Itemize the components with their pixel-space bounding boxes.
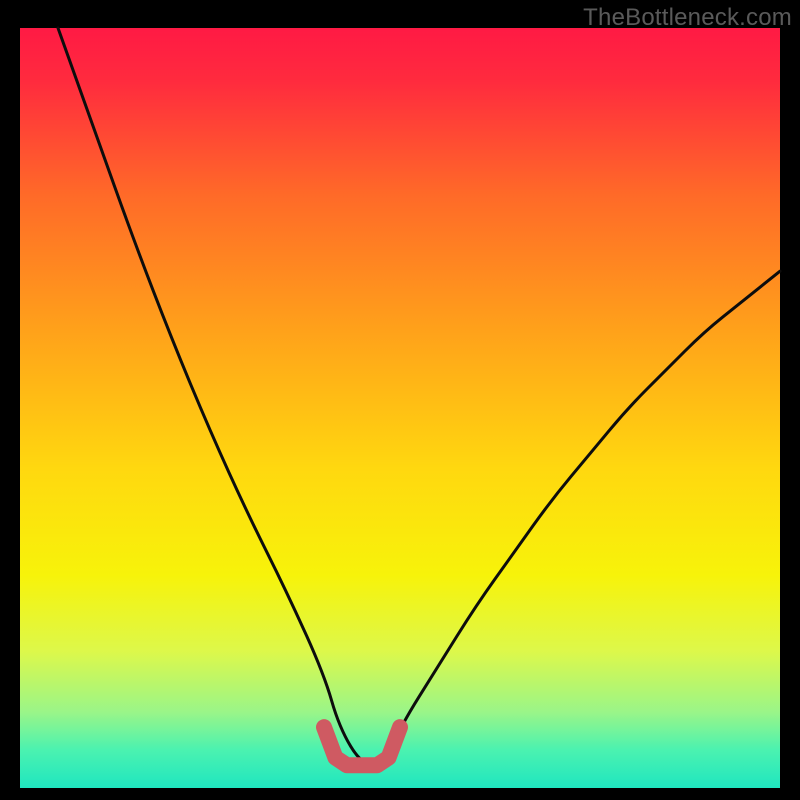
frame-right [780, 0, 800, 800]
frame-left [0, 0, 20, 800]
watermark-text: TheBottleneck.com [583, 4, 792, 32]
bottleneck-chart [0, 0, 800, 800]
plot-background [20, 28, 780, 788]
chart-container: TheBottleneck.com [0, 0, 800, 800]
frame-bottom [0, 788, 800, 800]
